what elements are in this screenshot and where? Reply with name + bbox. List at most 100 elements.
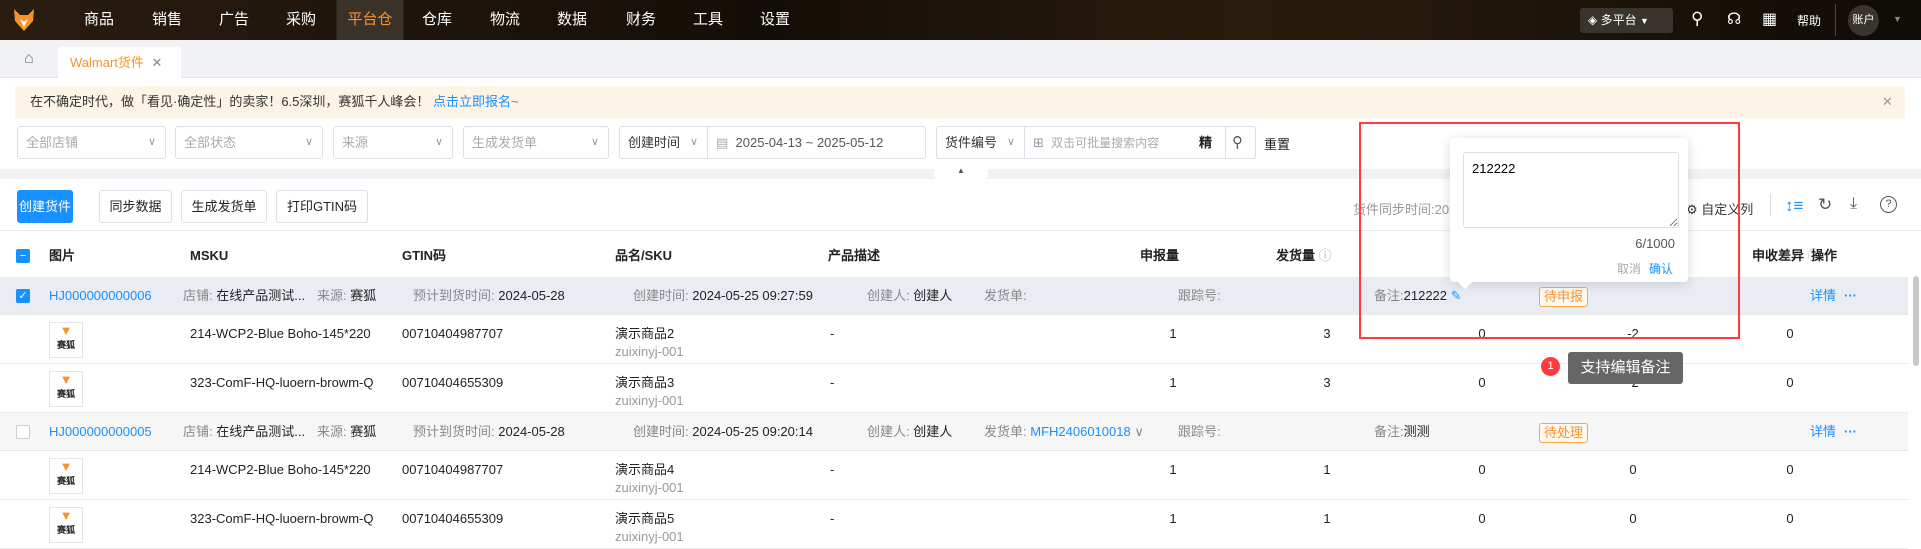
nav-item-sales[interactable]: 销售 <box>152 0 182 40</box>
chevron-down-icon: ∨ <box>590 136 599 148</box>
apps-grid-icon[interactable]: ▦ <box>1762 9 1777 29</box>
status-badge: 待处理 <box>1539 423 1589 443</box>
row-checkbox[interactable]: ✓ <box>16 289 30 303</box>
received-qty: 0 <box>1478 375 1486 390</box>
step-badge: 1 <box>1541 357 1560 376</box>
create-shipment-button[interactable]: 创建货件 <box>17 190 73 223</box>
nav-item-products[interactable]: 商品 <box>84 0 114 40</box>
shipment-id-link[interactable]: HJ000000000005 <box>49 413 152 451</box>
nav-item-platform-warehouse[interactable]: 平台仓 <box>336 0 404 40</box>
precise-toggle[interactable]: 精 <box>1199 127 1212 158</box>
more-icon[interactable]: ··· <box>1844 277 1857 315</box>
remark-cell: 备注:测测 <box>1374 424 1430 439</box>
shipment-id-link[interactable]: HJ000000000006 <box>49 277 152 315</box>
search-icon[interactable]: ⚲ <box>1225 127 1243 158</box>
col-header-declared: 申报量 <box>1140 248 1180 263</box>
divider <box>1835 4 1836 36</box>
account-avatar[interactable]: 账户 <box>1848 5 1879 36</box>
search-type-select[interactable]: 货件编号 ∨ <box>936 126 1025 159</box>
status-select[interactable]: 全部状态 ∨ <box>175 126 323 159</box>
generate-shipment-button[interactable]: 生成发货单 <box>181 190 267 223</box>
search-input[interactable]: ⊞ 双击可批量搜索内容精 ⚲ <box>1024 126 1256 159</box>
nav-item-ads[interactable]: 广告 <box>219 0 249 40</box>
home-icon[interactable]: ⌂ <box>24 50 34 68</box>
time-type-select[interactable]: 创建时间 ∨ <box>619 126 708 159</box>
description: - <box>830 375 835 390</box>
platform-switcher[interactable]: ◈ 多平台 ▼ <box>1580 8 1673 33</box>
reset-button[interactable]: 重置 <box>1264 134 1290 153</box>
table-row: ▼ 赛狐 214-WCP2-Blue Boho-145*220 007104049… <box>0 451 1908 500</box>
logo-fox-icon[interactable] <box>12 7 36 33</box>
date-range-picker[interactable]: ▤ 2025-04-13 ~ 2025-05-12 <box>707 126 926 159</box>
diff-qty: 0 <box>1786 511 1794 526</box>
col-header-actions: 操作 <box>1811 248 1838 263</box>
select-all-checkbox[interactable]: − <box>16 249 30 263</box>
product-name: 演示商品5 <box>615 511 675 526</box>
row-checkbox[interactable] <box>16 425 30 439</box>
refresh-icon[interactable]: ↻ <box>1818 195 1832 215</box>
tab-walmart-shipment[interactable]: Walmart货件 ✕ <box>58 47 181 78</box>
shipment-order-link[interactable]: MFH2406010018 <box>1030 424 1130 439</box>
source-select[interactable]: 来源 ∨ <box>333 126 453 159</box>
nav-item-data[interactable]: 数据 <box>557 0 587 40</box>
collapse-toggle-icon[interactable]: ▲ <box>934 166 988 179</box>
sku: zuixinyj-001 <box>615 344 684 359</box>
shipment-select[interactable]: 生成发货单 ∨ <box>463 126 609 159</box>
shipped-qty: 3 <box>1323 326 1331 341</box>
more-icon[interactable]: ··· <box>1844 413 1857 451</box>
detail-link[interactable]: 详情 <box>1810 277 1836 315</box>
help-icon[interactable]: ? <box>1880 196 1897 213</box>
nav-item-tools[interactable]: 工具 <box>693 0 723 40</box>
source-value: 赛狐 <box>350 424 377 439</box>
eta-value: 2024-05-28 <box>498 424 565 439</box>
help-icon[interactable]: ⓘ <box>1319 248 1332 263</box>
diff-qty: 0 <box>1786 326 1794 341</box>
nav-item-warehouse[interactable]: 仓库 <box>422 0 452 40</box>
vertical-scrollbar[interactable] <box>1913 276 1919 366</box>
promo-banner: 在不确定时代，做「看见·确定性」的卖家！6.5深圳，赛狐千人峰会！ 点击立即报名… <box>15 86 1905 118</box>
nav-item-purchase[interactable]: 采购 <box>286 0 316 40</box>
print-gtin-button[interactable]: 打印GTIN码 <box>276 190 368 223</box>
banner-text: 在不确定时代，做「看见·确定性」的卖家！6.5深圳，赛狐千人峰会！ <box>30 94 430 109</box>
product-name: 演示商品4 <box>615 462 675 477</box>
col-header-name-sku: 品名/SKU <box>615 248 673 263</box>
divider <box>1770 194 1771 216</box>
declared-qty: 1 <box>1169 511 1177 526</box>
creator-value: 创建人 <box>913 288 953 303</box>
caret-down-icon[interactable]: ▼ <box>1893 14 1902 24</box>
store-select[interactable]: 全部店铺 ∨ <box>17 126 166 159</box>
store-value: 在线产品测试... <box>216 288 306 303</box>
col-header-shipped: 发货量 ⓘ <box>1276 248 1332 263</box>
variance-qty: 0 <box>1629 462 1637 477</box>
row-height-icon[interactable]: ↕≡ <box>1785 196 1803 216</box>
diff-qty: 0 <box>1786 462 1794 477</box>
product-image: ▼ 赛狐 <box>49 371 83 407</box>
headset-icon[interactable]: ☊ <box>1727 9 1741 29</box>
nav-item-logistics[interactable]: 物流 <box>490 0 520 40</box>
sync-data-button[interactable]: 同步数据 <box>99 190 172 223</box>
created-time-value: 2024-05-25 09:27:59 <box>692 288 813 303</box>
close-icon[interactable]: ✕ <box>1882 94 1893 110</box>
product-name: 演示商品2 <box>615 326 675 341</box>
search-icon[interactable]: ⚲ <box>1691 9 1703 29</box>
help-link[interactable]: 帮助 <box>1797 12 1821 29</box>
chevron-down-icon[interactable]: ∨ <box>1134 424 1144 439</box>
platform-icon: ◈ <box>1588 13 1598 27</box>
gtin: 00710404987707 <box>402 462 504 477</box>
nav-item-finance[interactable]: 财务 <box>626 0 656 40</box>
download-icon[interactable]: ⤓ <box>1850 195 1857 213</box>
gtin: 00710404655309 <box>402 511 504 526</box>
table-row: ▼ 赛狐 323-ComF-HQ-luoern-browm-Q 007104046… <box>0 500 1908 549</box>
shipped-qty: 3 <box>1323 375 1331 390</box>
close-icon[interactable]: ✕ <box>152 55 163 70</box>
nav-item-settings[interactable]: 设置 <box>760 0 790 40</box>
banner-signup-link[interactable]: 点击立即报名~ <box>433 94 519 109</box>
tab-bar <box>0 40 1921 78</box>
annotation-tooltip: 支持编辑备注 <box>1568 352 1683 384</box>
col-header-gtin: GTIN码 <box>402 248 447 263</box>
detail-link[interactable]: 详情 <box>1810 413 1836 451</box>
msku: 214-WCP2-Blue Boho-145*220 <box>190 326 371 341</box>
sku: zuixinyj-001 <box>615 393 684 408</box>
top-nav-bar: 商品 销售 广告 采购 平台仓 仓库 物流 数据 财务 工具 设置 ◈ 多平台 … <box>0 0 1921 40</box>
remark-value: 测测 <box>1403 424 1430 439</box>
